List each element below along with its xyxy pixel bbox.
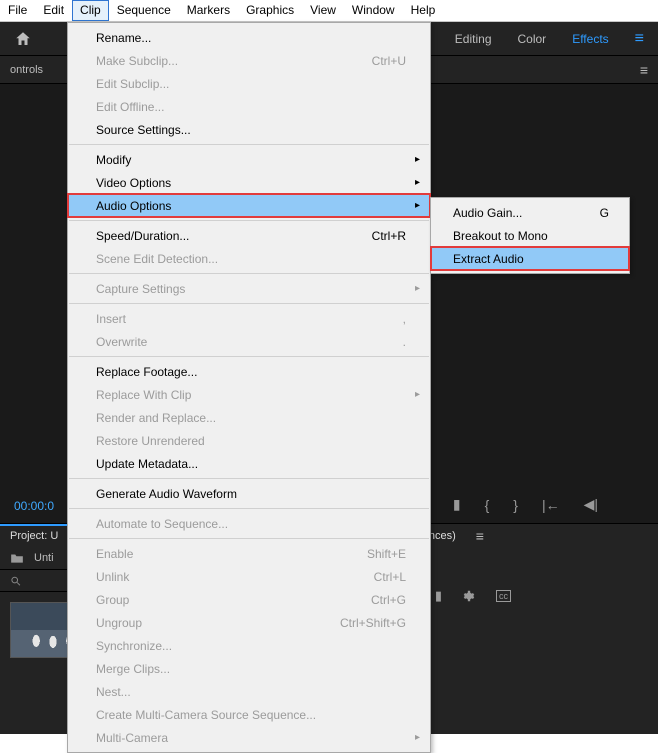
- menu-view[interactable]: View: [302, 0, 344, 21]
- menu-separator: [69, 538, 429, 539]
- mi-group[interactable]: GroupCtrl+G: [68, 588, 430, 611]
- mi-automate[interactable]: Automate to Sequence...: [68, 512, 430, 535]
- menu-window[interactable]: Window: [344, 0, 403, 21]
- menu-separator: [69, 220, 429, 221]
- mi-overwrite[interactable]: Overwrite.: [68, 330, 430, 353]
- smi-audio-gain[interactable]: Audio Gain...G: [431, 201, 629, 224]
- step-back-icon[interactable]: ◀|: [584, 496, 598, 513]
- mi-synchronize[interactable]: Synchronize...: [68, 634, 430, 657]
- mi-edit-offline[interactable]: Edit Offline...: [68, 95, 430, 118]
- caption-icon[interactable]: cc: [496, 590, 511, 602]
- mi-nest[interactable]: Nest...: [68, 680, 430, 703]
- menubar: File Edit Clip Sequence Markers Graphics…: [0, 0, 658, 22]
- mi-restore-unrendered[interactable]: Restore Unrendered: [68, 429, 430, 452]
- mi-insert[interactable]: Insert,: [68, 307, 430, 330]
- project-tab[interactable]: Project: U: [0, 530, 68, 542]
- monitor-timecode[interactable]: 00:00:0: [14, 499, 54, 513]
- mi-rename[interactable]: Rename...: [68, 26, 430, 49]
- menu-separator: [69, 144, 429, 145]
- workspace-effects[interactable]: Effects: [572, 32, 608, 46]
- submenu-arrow-icon: ▸: [415, 283, 420, 294]
- mi-scene-edit[interactable]: Scene Edit Detection...: [68, 247, 430, 270]
- mi-source-settings[interactable]: Source Settings...: [68, 118, 430, 141]
- out-bracket-icon[interactable]: }: [513, 497, 518, 513]
- timeline-menu-icon[interactable]: ≡: [476, 528, 484, 544]
- mi-create-mcs[interactable]: Create Multi-Camera Source Sequence...: [68, 703, 430, 726]
- mi-render-replace[interactable]: Render and Replace...: [68, 406, 430, 429]
- workspace-menu-icon[interactable]: ≡: [635, 30, 644, 48]
- submenu-arrow-icon: ▸: [415, 200, 420, 211]
- in-bracket-icon[interactable]: {: [485, 497, 490, 513]
- smi-breakout-mono[interactable]: Breakout to Mono: [431, 224, 629, 247]
- workspace-tabs: Editing Color Effects ≡: [455, 30, 658, 48]
- bin-name[interactable]: Unti: [34, 552, 54, 564]
- mi-merge-clips[interactable]: Merge Clips...: [68, 657, 430, 680]
- menu-sequence[interactable]: Sequence: [109, 0, 179, 21]
- mi-video-options[interactable]: Video Options▸: [68, 171, 430, 194]
- menu-separator: [69, 508, 429, 509]
- mi-make-subclip[interactable]: Make Subclip...Ctrl+U: [68, 49, 430, 72]
- home-button[interactable]: [0, 30, 46, 48]
- mi-speed-duration[interactable]: Speed/Duration...Ctrl+R: [68, 224, 430, 247]
- mi-modify[interactable]: Modify▸: [68, 148, 430, 171]
- mi-replace-footage[interactable]: Replace Footage...: [68, 360, 430, 383]
- menu-edit[interactable]: Edit: [35, 0, 72, 21]
- menu-markers[interactable]: Markers: [179, 0, 238, 21]
- workspace-editing[interactable]: Editing: [455, 32, 492, 46]
- monitor-controls: ▮ { } |← ◀|: [453, 496, 598, 513]
- mi-audio-options[interactable]: Audio Options▸: [68, 194, 430, 217]
- marker-tool-icon[interactable]: ▮: [435, 588, 442, 604]
- menu-separator: [69, 356, 429, 357]
- panel-title: ontrols: [0, 64, 53, 76]
- clip-menu: Rename... Make Subclip...Ctrl+U Edit Sub…: [67, 22, 431, 753]
- mi-edit-subclip[interactable]: Edit Subclip...: [68, 72, 430, 95]
- settings-icon[interactable]: [462, 589, 476, 603]
- menu-clip[interactable]: Clip: [72, 0, 109, 21]
- mi-generate-waveform[interactable]: Generate Audio Waveform: [68, 482, 430, 505]
- mi-replace-with-clip[interactable]: Replace With Clip▸: [68, 383, 430, 406]
- mi-capture-settings[interactable]: Capture Settings▸: [68, 277, 430, 300]
- go-to-in-icon[interactable]: |←: [542, 497, 560, 513]
- workspace-color[interactable]: Color: [518, 32, 547, 46]
- home-icon: [14, 30, 32, 48]
- submenu-arrow-icon: ▸: [415, 177, 420, 188]
- menu-file[interactable]: File: [0, 0, 35, 21]
- marker-icon[interactable]: ▮: [453, 496, 461, 513]
- mi-ungroup[interactable]: UngroupCtrl+Shift+G: [68, 611, 430, 634]
- submenu-arrow-icon: ▸: [415, 154, 420, 165]
- smi-extract-audio[interactable]: Extract Audio: [431, 247, 629, 270]
- menu-help[interactable]: Help: [403, 0, 444, 21]
- submenu-arrow-icon: ▸: [415, 389, 420, 400]
- audio-options-submenu: Audio Gain...G Breakout to Mono Extract …: [430, 197, 630, 274]
- search-icon: [10, 575, 21, 587]
- menu-separator: [69, 273, 429, 274]
- mi-unlink[interactable]: UnlinkCtrl+L: [68, 565, 430, 588]
- mi-multi-camera[interactable]: Multi-Camera▸: [68, 726, 430, 749]
- panel-menu-icon[interactable]: ≡: [640, 62, 658, 78]
- menu-separator: [69, 478, 429, 479]
- mi-enable[interactable]: EnableShift+E: [68, 542, 430, 565]
- mi-update-metadata[interactable]: Update Metadata...: [68, 452, 430, 475]
- menu-graphics[interactable]: Graphics: [238, 0, 302, 21]
- bin-icon: [10, 552, 24, 564]
- menu-separator: [69, 303, 429, 304]
